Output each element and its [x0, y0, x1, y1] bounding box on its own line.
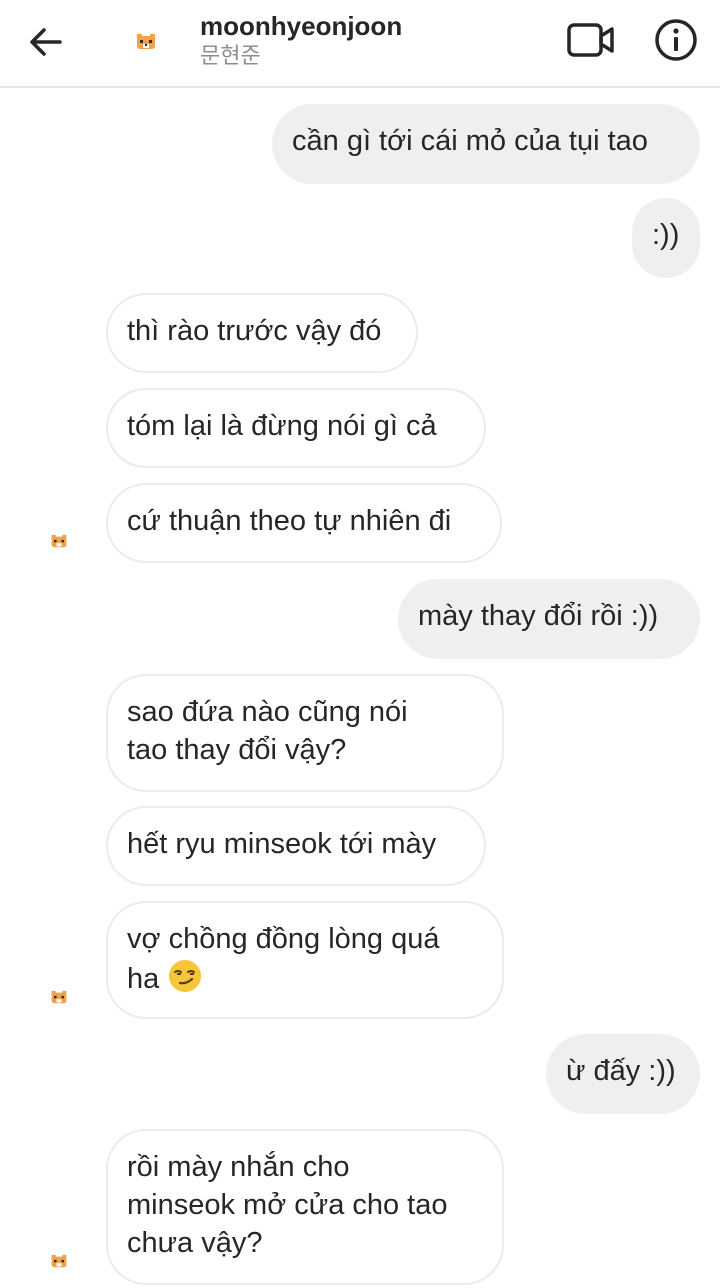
message-text: cứ thuận theo tự nhiên đi [127, 505, 452, 537]
message-bubble-incoming[interactable]: sao đứa nào cũng nói tao thay đổi vậy? [106, 674, 504, 792]
message-text: rồi mày nhắn cho minseok mở cửa cho tao … [127, 1151, 448, 1259]
tiger-avatar-icon [51, 534, 67, 547]
avatar[interactable] [34, 972, 84, 1022]
message-bubble-outgoing[interactable]: ừ đấy :)) [546, 1034, 700, 1114]
contact-username: moonhyeonjoon [200, 11, 403, 41]
chat-title[interactable]: moonhyeonjoon 문현준 [200, 10, 402, 72]
avatar[interactable] [34, 1236, 84, 1286]
message-text: hết ryu minseok tới mày [127, 828, 437, 860]
tiger-avatar-icon [137, 34, 155, 49]
smirk-emoji-icon [167, 958, 203, 1004]
message-text: ừ đấy :)) [566, 1055, 676, 1087]
message-bubble-outgoing[interactable]: cần gì tới cái mỏ của tụi tao [272, 104, 700, 184]
chat-header: moonhyeonjoon 문현준 [0, 0, 720, 88]
message-text: sao đứa nào cũng nói tao thay đổi vậy? [127, 696, 408, 766]
message-bubble-outgoing[interactable]: mày thay đổi rồi :)) [398, 579, 700, 659]
message-bubble-incoming[interactable]: rồi mày nhắn cho minseok mở cửa cho tao … [106, 1129, 504, 1285]
message-text: cần gì tới cái mỏ của tụi tao [292, 125, 648, 157]
message-text: mày thay đổi rồi :)) [418, 600, 659, 632]
message-bubble-incoming[interactable]: tóm lại là đừng nói gì cả [106, 388, 486, 468]
message-bubble-outgoing[interactable]: :)) [632, 198, 700, 278]
back-arrow-icon[interactable] [26, 22, 66, 62]
tiger-avatar-icon [51, 1254, 67, 1267]
info-icon[interactable] [654, 18, 698, 62]
chat-screen: moonhyeonjoon 문현준 cần gì tới cái mỏ của … [0, 0, 720, 1288]
tiger-avatar-icon [51, 990, 67, 1003]
message-bubble-incoming[interactable]: thì rào trước vậy đó [106, 293, 418, 373]
message-bubble-incoming[interactable]: cứ thuận theo tự nhiên đi [106, 483, 502, 563]
message-bubble-incoming[interactable]: hết ryu minseok tới mày [106, 806, 486, 886]
avatar[interactable] [34, 516, 84, 566]
message-text: :)) [652, 219, 680, 251]
message-bubble-incoming[interactable]: vợ chồng đồng lòng quá ha [106, 901, 504, 1019]
avatar[interactable] [118, 20, 174, 64]
message-text: tóm lại là đừng nói gì cả [127, 410, 437, 442]
contact-full-name: 문현준 [200, 44, 261, 69]
video-call-icon[interactable] [566, 20, 616, 60]
message-text: thì rào trước vậy đó [127, 315, 382, 347]
